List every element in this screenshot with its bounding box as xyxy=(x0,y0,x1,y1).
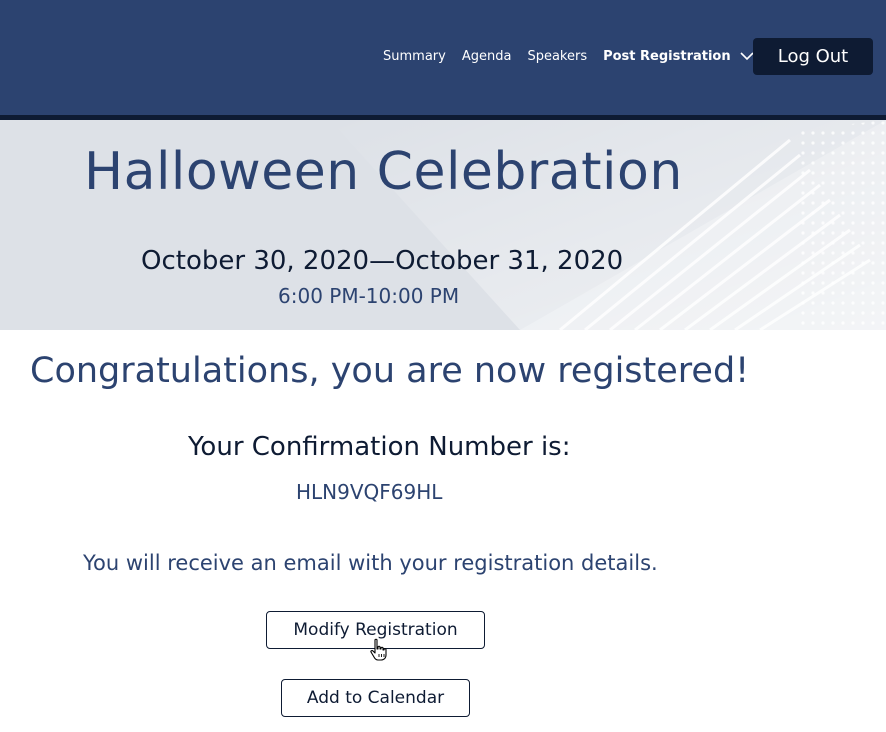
event-dates: October 30, 2020—October 31, 2020 xyxy=(141,246,624,276)
main-nav: Summary Agenda Speakers Post Registratio… xyxy=(383,49,755,64)
nav-item-speakers[interactable]: Speakers xyxy=(527,49,587,64)
confirmation-number: HLN9VQF69HL xyxy=(296,480,443,504)
nav-item-agenda[interactable]: Agenda xyxy=(462,49,512,64)
nav-item-summary[interactable]: Summary xyxy=(383,49,446,64)
hand-pointer-icon xyxy=(370,638,387,661)
confirmation-label: Your Confirmation Number is: xyxy=(188,432,571,462)
page: Summary Agenda Speakers Post Registratio… xyxy=(0,0,886,732)
email-notice: You will receive an email with your regi… xyxy=(83,551,658,575)
registration-success-heading: Congratulations, you are now registered! xyxy=(30,351,750,391)
event-title: Halloween Celebration xyxy=(84,142,683,202)
event-banner: Halloween Celebration October 30, 2020—O… xyxy=(0,120,886,330)
add-to-calendar-button[interactable]: Add to Calendar xyxy=(281,679,470,717)
event-times: 6:00 PM-10:00 PM xyxy=(278,284,460,308)
header-bar: Summary Agenda Speakers Post Registratio… xyxy=(0,0,886,115)
nav-item-post-registration[interactable]: Post Registration xyxy=(603,49,731,64)
log-out-button[interactable]: Log Out xyxy=(753,38,873,75)
